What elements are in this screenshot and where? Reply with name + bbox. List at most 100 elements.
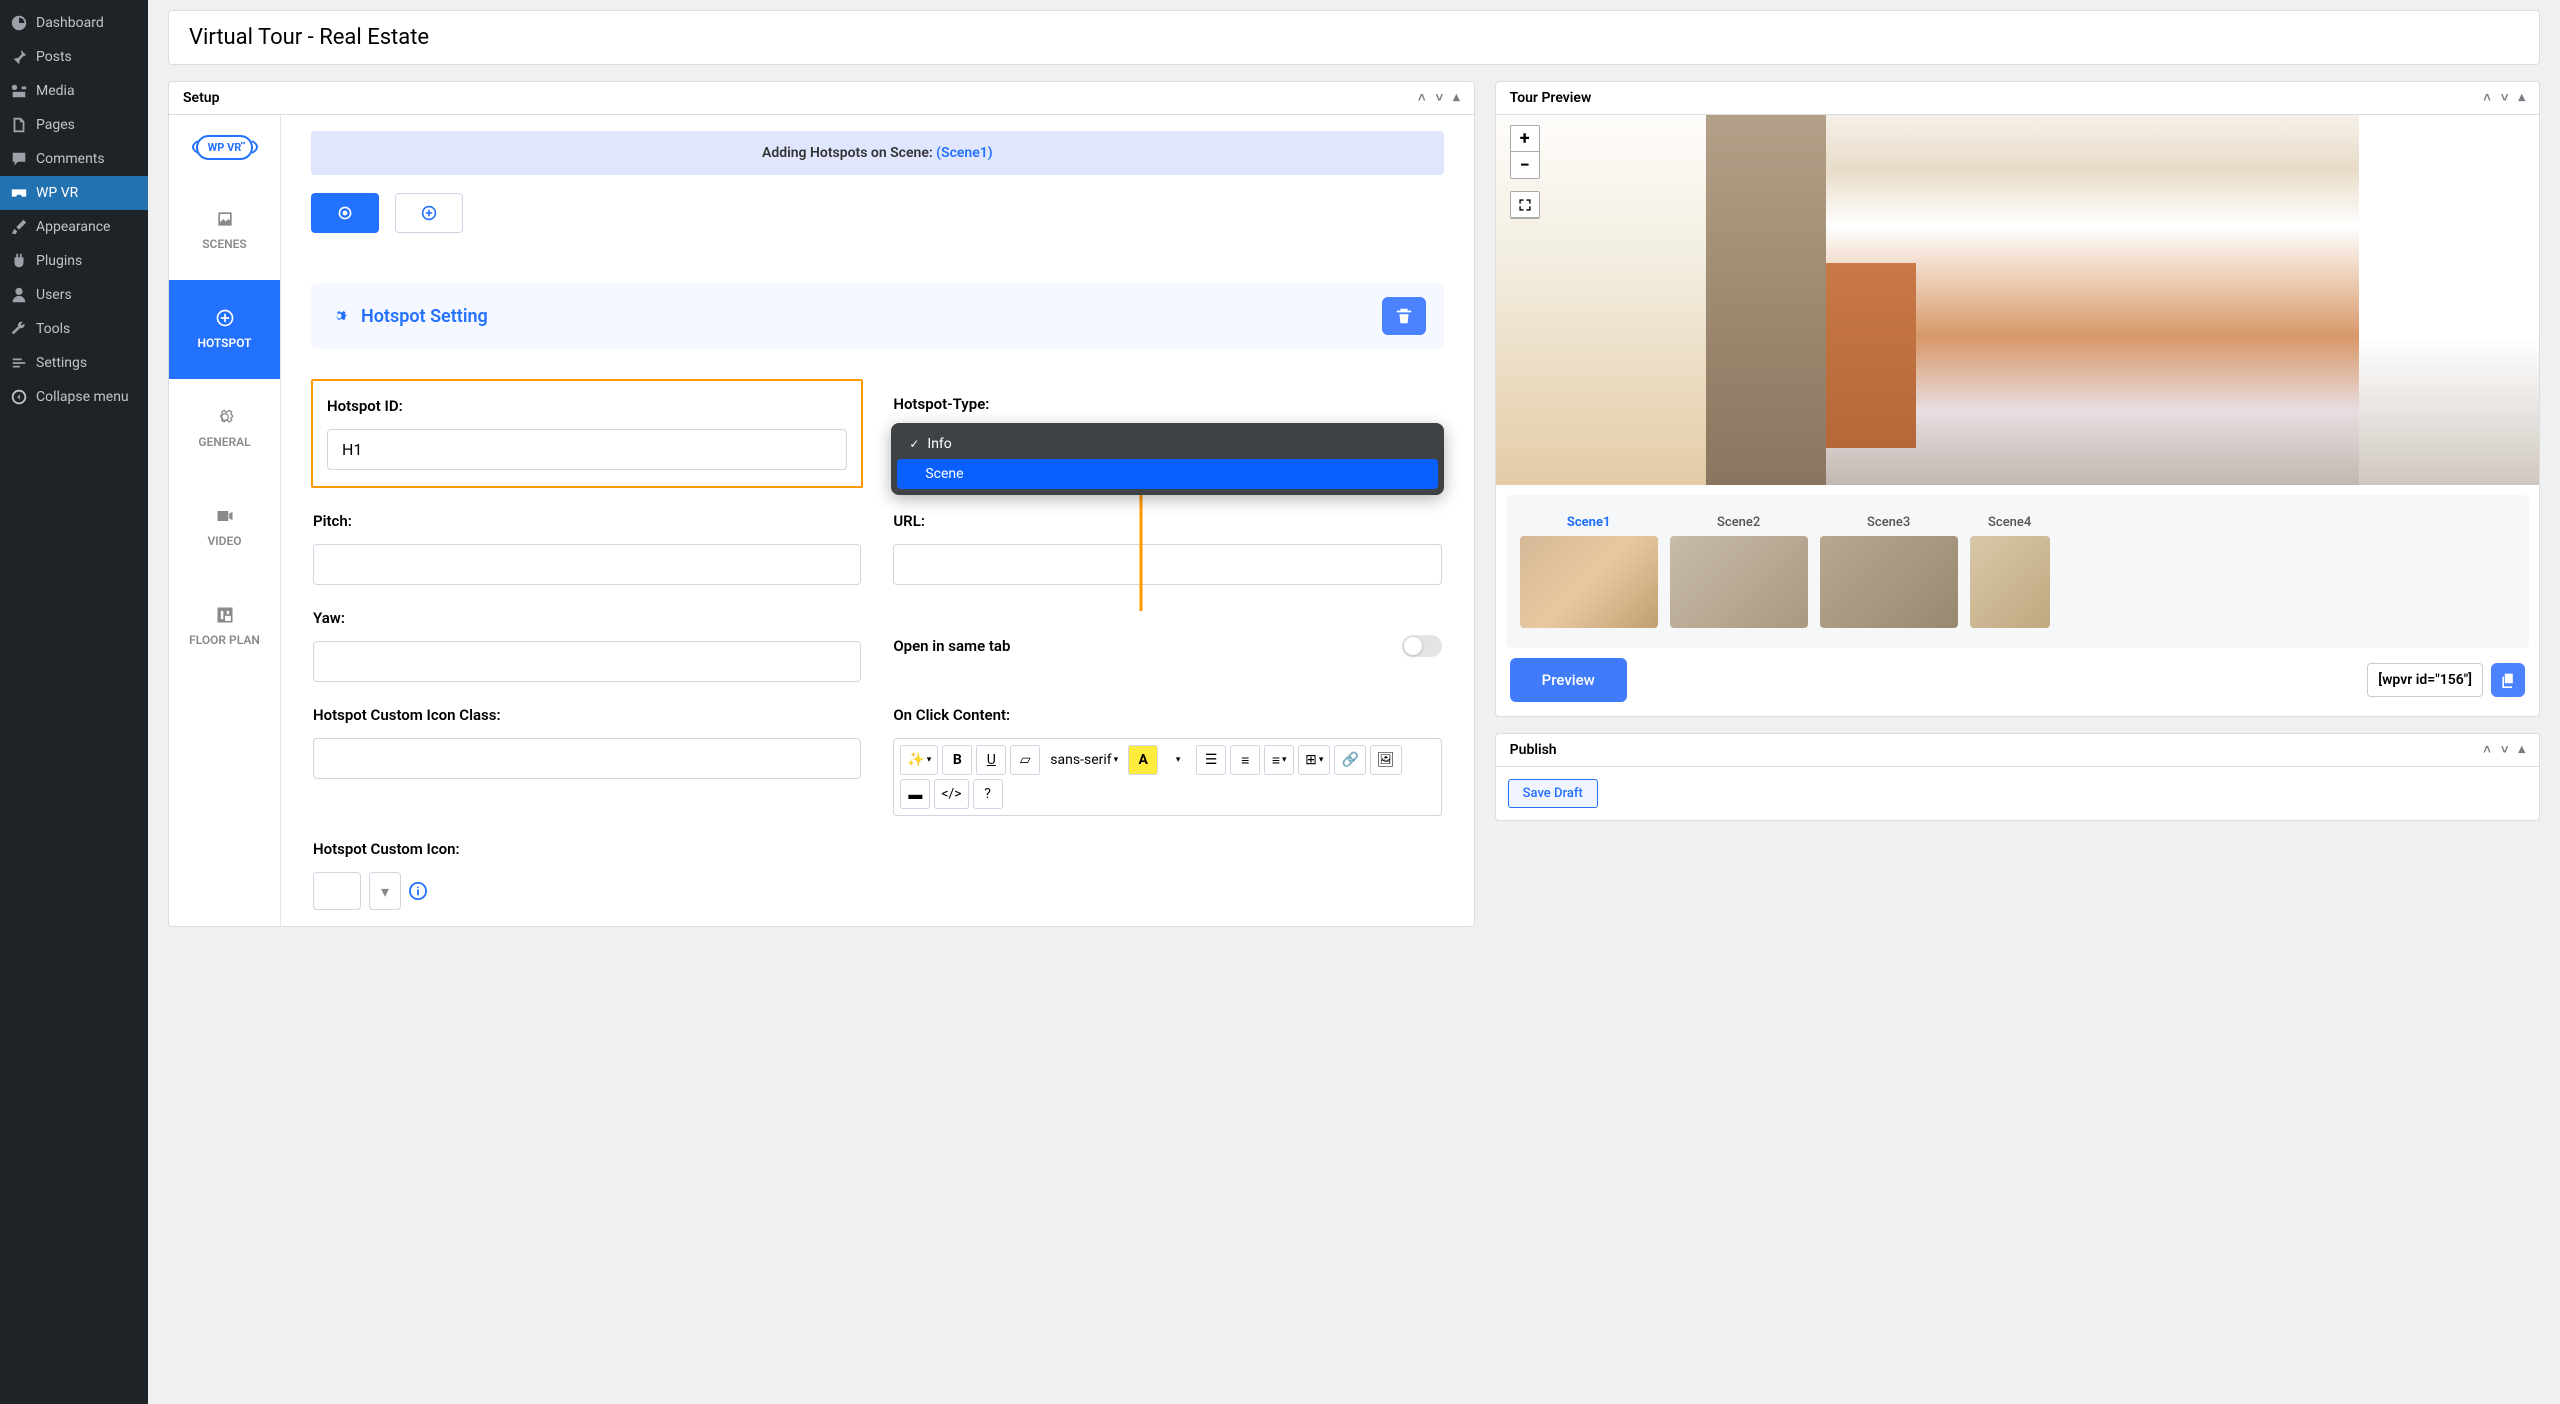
delete-button[interactable] — [1382, 297, 1426, 335]
label-same-tab: Open in same tab — [893, 637, 1010, 655]
sidebar-item-posts[interactable]: Posts — [0, 40, 148, 74]
option-label: Scene — [925, 466, 963, 482]
pin-icon — [10, 48, 28, 66]
tab-label: FLOOR PLAN — [189, 633, 260, 647]
info-icon[interactable] — [409, 882, 427, 900]
erase-button[interactable]: ▱ — [1010, 745, 1040, 775]
sidebar-label: Users — [36, 287, 72, 303]
thumb-image — [1820, 536, 1958, 628]
label-pitch: Pitch: — [313, 512, 861, 530]
setting-title: Hotspot Setting — [361, 306, 488, 327]
align-button[interactable]: ≡▾ — [1264, 745, 1294, 775]
sidebar-item-appearance[interactable]: Appearance — [0, 210, 148, 244]
underline-button[interactable]: U — [976, 745, 1006, 775]
sidebar-label: Settings — [36, 355, 87, 371]
triangle-up-icon[interactable]: ▴ — [2518, 742, 2525, 758]
url-input[interactable] — [893, 544, 1441, 585]
save-draft-button[interactable]: Save Draft — [1508, 779, 1598, 808]
same-tab-toggle[interactable] — [1402, 635, 1442, 657]
copy-shortcode-button[interactable] — [2491, 663, 2525, 697]
sidebar-item-plugins[interactable]: Plugins — [0, 244, 148, 278]
plus-circle-icon — [421, 205, 437, 221]
link-button[interactable]: 🔗 — [1334, 745, 1365, 775]
sidebar-item-comments[interactable]: Comments — [0, 142, 148, 176]
chevron-up-icon[interactable]: ˄ — [2483, 742, 2491, 758]
icon-class-input[interactable] — [313, 738, 861, 779]
sidebar-item-users[interactable]: Users — [0, 278, 148, 312]
tab-label: VIDEO — [207, 534, 241, 548]
info-banner: Adding Hotspots on Scene: (Scene1) — [311, 131, 1444, 175]
tour-viewport[interactable]: + − — [1496, 115, 2539, 485]
icon-select-caret[interactable]: ▾ — [369, 872, 401, 910]
ol-button[interactable]: ≡ — [1230, 745, 1260, 775]
tab-general[interactable]: GENERAL — [169, 379, 280, 478]
triangle-up-icon[interactable]: ▴ — [1453, 90, 1460, 106]
thumb-label: Scene4 — [1970, 515, 2050, 530]
dashboard-icon — [10, 14, 28, 32]
user-icon — [10, 286, 28, 304]
chevron-down-icon[interactable]: ˅ — [1436, 90, 1444, 106]
triangle-up-icon[interactable]: ▴ — [2518, 90, 2525, 106]
help-button[interactable]: ? — [973, 779, 1003, 809]
tab-floor-plan[interactable]: FLOOR PLAN — [169, 577, 280, 676]
sidebar-item-settings[interactable]: Settings — [0, 346, 148, 380]
trash-icon — [1395, 307, 1413, 325]
media-icon — [10, 82, 28, 100]
sidebar-label: Media — [36, 83, 75, 99]
tour-preview-panel: Tour Preview ˄ ˅ ▴ — [1495, 81, 2540, 717]
scene-thumb-2[interactable]: Scene2 — [1670, 515, 1808, 628]
panel-title-setup: Setup — [183, 90, 219, 106]
sidebar-label: Collapse menu — [36, 389, 129, 405]
sidebar-item-wpvr[interactable]: WP VR — [0, 176, 148, 210]
pages-icon — [10, 116, 28, 134]
zoom-out-button[interactable]: − — [1511, 152, 1539, 178]
sidebar-label: Plugins — [36, 253, 82, 269]
wrench-icon — [10, 320, 28, 338]
image-button[interactable]: 🖼 — [1370, 745, 1402, 775]
vr-icon — [10, 184, 28, 202]
zoom-in-button[interactable]: + — [1511, 126, 1539, 152]
tab-label: SCENES — [202, 237, 247, 251]
scene-thumb-3[interactable]: Scene3 — [1820, 515, 1958, 628]
sidebar-item-dashboard[interactable]: Dashboard — [0, 6, 148, 40]
magic-button[interactable]: ✨▾ — [900, 745, 938, 775]
hotspot-id-input[interactable] — [327, 429, 847, 470]
tab-hotspot[interactable]: HOTSPOT — [169, 280, 280, 379]
bold-button[interactable]: B — [942, 745, 972, 775]
table-button[interactable]: ⊞▾ — [1298, 745, 1330, 775]
dropdown-option-scene[interactable]: Scene — [897, 459, 1437, 489]
add-hotspot-button[interactable] — [395, 193, 463, 233]
code-button[interactable]: </> — [934, 779, 968, 809]
chevron-down-icon[interactable]: ˅ — [2501, 742, 2509, 758]
current-hotspot-button[interactable] — [311, 193, 379, 233]
thumb-image — [1670, 536, 1808, 628]
panel-title-preview: Tour Preview — [1510, 90, 1592, 106]
scene-thumb-4[interactable]: Scene4 — [1970, 515, 2050, 628]
chevron-up-icon[interactable]: ˄ — [1418, 90, 1426, 106]
ul-button[interactable]: ☰ — [1196, 745, 1226, 775]
preview-button[interactable]: Preview — [1510, 658, 1627, 702]
font-family-select[interactable]: sans-serif ▾ — [1044, 745, 1124, 775]
sidebar-item-collapse[interactable]: Collapse menu — [0, 380, 148, 414]
chevron-up-icon[interactable]: ˄ — [2483, 90, 2491, 106]
sidebar-item-pages[interactable]: Pages — [0, 108, 148, 142]
setup-tabs: WP VR SCENES HOTSPOT GENERAL — [169, 115, 281, 926]
chevron-down-icon[interactable]: ˅ — [2501, 90, 2509, 106]
banner-scene-link[interactable]: (Scene1) — [936, 145, 993, 161]
thumb-image — [1520, 536, 1658, 628]
panel-title-publish: Publish — [1510, 742, 1557, 758]
publish-panel: Publish ˄ ˅ ▴ Save Draft — [1495, 733, 2540, 821]
pitch-input[interactable] — [313, 544, 861, 585]
color-caret[interactable]: ▾ — [1162, 745, 1192, 775]
sidebar-item-media[interactable]: Media — [0, 74, 148, 108]
brush-icon — [10, 218, 28, 236]
video-button[interactable]: ▬ — [900, 779, 930, 809]
tab-scenes[interactable]: SCENES — [169, 181, 280, 280]
tab-video[interactable]: VIDEO — [169, 478, 280, 577]
text-color-button[interactable]: A — [1128, 745, 1158, 775]
dropdown-option-info[interactable]: Info — [897, 429, 1437, 459]
yaw-input[interactable] — [313, 641, 861, 682]
scene-thumb-1[interactable]: Scene1 — [1520, 515, 1658, 628]
sidebar-item-tools[interactable]: Tools — [0, 312, 148, 346]
fullscreen-button[interactable] — [1511, 192, 1539, 218]
